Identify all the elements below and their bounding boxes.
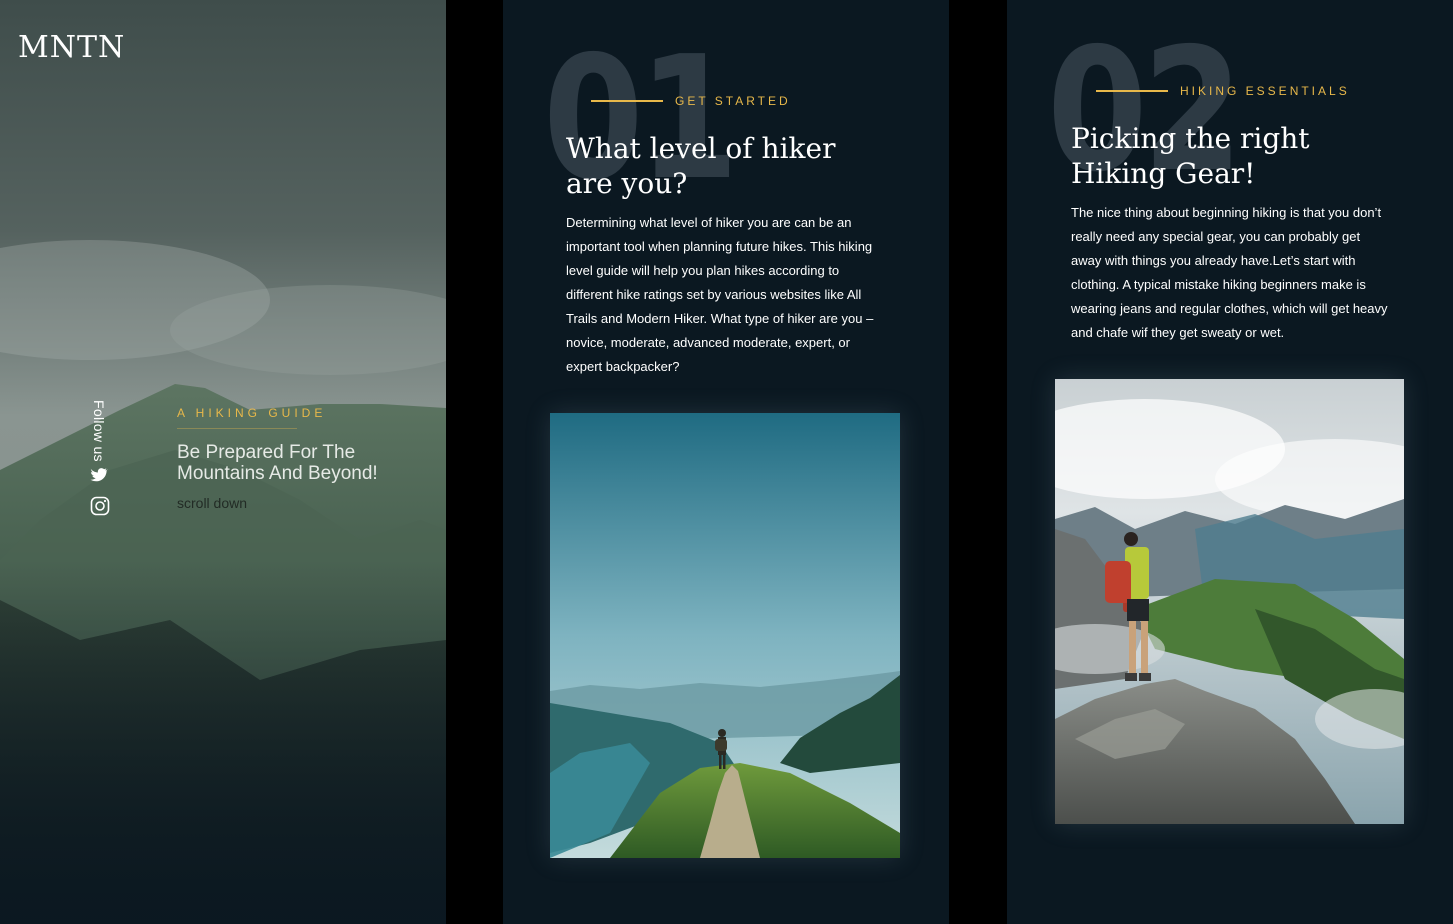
section-hiking-essentials: 02 HIKING ESSENTIALS Picking the right H… (1007, 0, 1453, 924)
page: MNTN Follow us A HIKING GUIDE Be Prepare… (0, 0, 1453, 924)
section-kicker: GET STARTED (675, 94, 791, 108)
social-follow: Follow us (89, 400, 111, 540)
kicker-divider (1096, 90, 1168, 92)
section-title: Picking the right Hiking Gear! (1071, 122, 1310, 190)
twitter-icon[interactable] (90, 466, 110, 490)
instagram-icon[interactable] (90, 496, 110, 520)
section-get-started: 01 GET STARTED What level of hiker are y… (503, 0, 949, 924)
hero-panel: MNTN Follow us A HIKING GUIDE Be Prepare… (0, 0, 446, 924)
hero-kicker: A HIKING GUIDE (177, 406, 327, 420)
hero-title: Be Prepared For The Mountains And Beyond… (177, 442, 378, 484)
scroll-down-link[interactable]: scroll down (177, 495, 247, 511)
hiker-trail-photo (550, 413, 900, 858)
follow-label: Follow us (91, 400, 107, 462)
kicker-divider (591, 100, 663, 102)
section-title: What level of hiker are you? (566, 132, 836, 200)
section-body: The nice thing about beginning hiking is… (1071, 205, 1388, 340)
hero-kicker-divider (177, 428, 297, 429)
brand-logo[interactable]: MNTN (18, 30, 125, 65)
section-body: Determining what level of hiker you are … (566, 215, 874, 374)
section-kicker: HIKING ESSENTIALS (1180, 84, 1350, 98)
hiker-cliff-photo (1055, 379, 1404, 824)
